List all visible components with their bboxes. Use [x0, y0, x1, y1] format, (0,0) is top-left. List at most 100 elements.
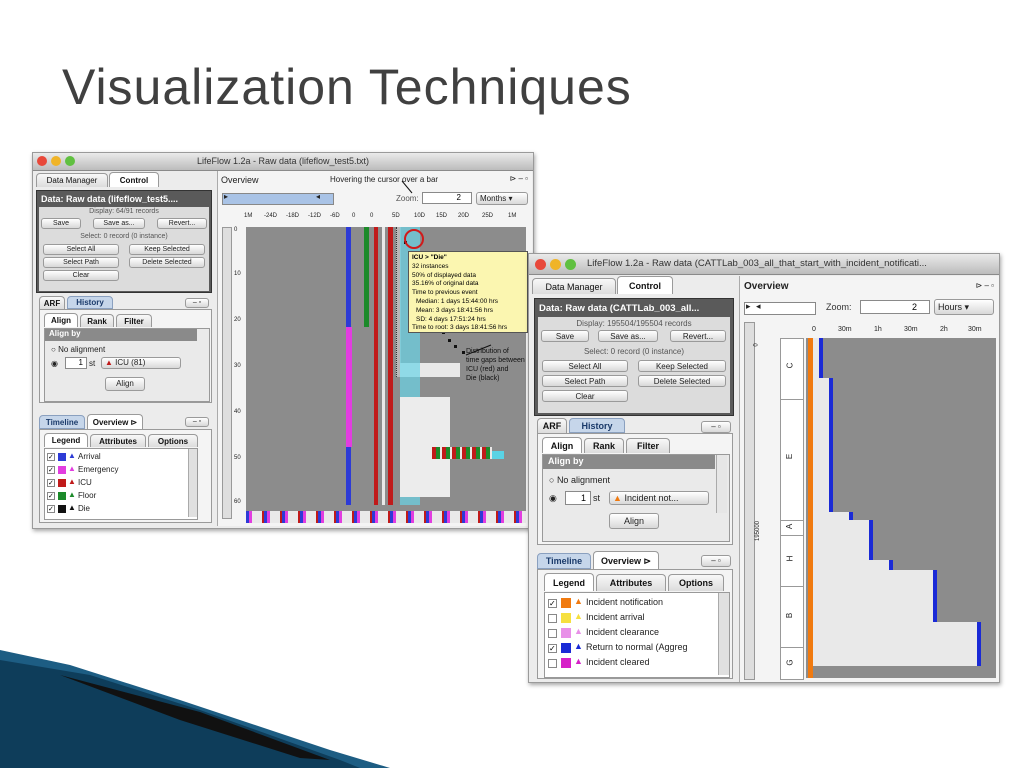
panel-minimize-button-2[interactable]: – ▫: [185, 417, 209, 427]
scroll-left-icon[interactable]: ▸: [746, 301, 751, 312]
panel-minimize-button-2[interactable]: – ▫: [701, 555, 731, 567]
minimize-button[interactable]: [51, 156, 61, 166]
panel-minimize-button[interactable]: – ▫: [701, 421, 731, 433]
legend-scrollbar[interactable]: [718, 593, 729, 675]
align-number-stepper[interactable]: 1: [65, 357, 87, 369]
legend-scrollbar[interactable]: [188, 449, 197, 517]
tab-attributes[interactable]: Attributes: [90, 434, 146, 447]
tab-history[interactable]: History: [569, 418, 625, 433]
tab-timeline[interactable]: Timeline: [537, 553, 591, 569]
group-h[interactable]: H: [781, 536, 803, 587]
select-path-button[interactable]: Select Path: [542, 375, 628, 387]
legend-checkbox[interactable]: [548, 629, 557, 638]
align-event-dropdown[interactable]: ▲ ICU (81): [101, 357, 181, 369]
tab-legend[interactable]: Legend: [544, 573, 594, 591]
bar-return-g[interactable]: [977, 622, 981, 666]
revert-button[interactable]: Revert...: [670, 330, 726, 342]
tab-data-manager[interactable]: Data Manager: [36, 173, 108, 187]
subtab-rank[interactable]: Rank: [584, 438, 624, 453]
horizontal-scrollbar[interactable]: [744, 302, 816, 315]
subtab-align[interactable]: Align: [44, 313, 78, 327]
tab-timeline[interactable]: Timeline: [39, 415, 85, 429]
legend-item[interactable]: ✓ ▲ Floor: [47, 490, 195, 502]
select-all-button[interactable]: Select All: [43, 244, 119, 255]
zoom-unit-dropdown[interactable]: Months ▾: [476, 192, 528, 205]
keep-selected-button[interactable]: Keep Selected: [638, 360, 726, 372]
legend-item[interactable]: ✓ ▲ Emergency: [47, 464, 195, 476]
align-button[interactable]: Align: [105, 377, 145, 391]
save-as-button[interactable]: Save as...: [598, 330, 658, 342]
scroll-left-icon[interactable]: ▸: [224, 192, 228, 201]
group-g[interactable]: G: [781, 648, 803, 679]
save-as-button[interactable]: Save as...: [93, 218, 145, 229]
legend-item[interactable]: ▲ Incident arrival: [548, 611, 718, 626]
alignment-radio[interactable]: ◉: [549, 493, 557, 504]
save-button[interactable]: Save: [541, 330, 589, 342]
bar-bottom[interactable]: [246, 511, 526, 523]
select-path-button[interactable]: Select Path: [43, 257, 119, 268]
bar-return-a[interactable]: [849, 512, 853, 520]
legend-item[interactable]: ▲ Incident clearance: [548, 626, 718, 641]
legend-item[interactable]: ✓ ▲ Return to normal (Aggreg: [548, 641, 718, 656]
delete-selected-button[interactable]: Delete Selected: [129, 257, 205, 268]
legend-checkbox[interactable]: ✓: [548, 599, 557, 608]
bar-return-e[interactable]: [829, 378, 833, 512]
legend-checkbox[interactable]: ✓: [47, 479, 55, 487]
zoom-button[interactable]: [565, 259, 576, 270]
bar-row-h[interactable]: [813, 520, 869, 560]
legend-checkbox[interactable]: ✓: [47, 453, 55, 461]
select-all-button[interactable]: Select All: [542, 360, 628, 372]
clear-button[interactable]: Clear: [43, 270, 119, 281]
subtab-filter[interactable]: Filter: [116, 314, 152, 327]
no-alignment-radio[interactable]: ○ No alignment: [51, 345, 105, 354]
subtab-rank[interactable]: Rank: [80, 314, 114, 327]
bar-striped[interactable]: [432, 447, 492, 459]
scroll-right-icon[interactable]: ◂: [316, 192, 320, 201]
subtab-align[interactable]: Align: [542, 437, 582, 453]
zoom-unit-dropdown[interactable]: Hours ▾: [934, 299, 994, 315]
tab-arf[interactable]: ARF: [39, 296, 65, 309]
tab-data-manager[interactable]: Data Manager: [532, 278, 616, 294]
bar-return-b[interactable]: [933, 570, 937, 622]
tab-options[interactable]: Options: [668, 574, 724, 591]
zoom-button[interactable]: [65, 156, 75, 166]
save-button[interactable]: Save: [41, 218, 81, 229]
vertical-scrollbar[interactable]: [744, 322, 755, 680]
tab-options[interactable]: Options: [148, 434, 198, 447]
tab-overview[interactable]: Overview ⊳: [87, 414, 143, 429]
legend-item[interactable]: ✓ ▲ ICU: [47, 477, 195, 489]
overview-window-controls[interactable]: ⊳ – ▫: [976, 281, 994, 290]
legend-checkbox[interactable]: ✓: [47, 505, 55, 513]
legend-checkbox[interactable]: [548, 659, 557, 668]
tab-history[interactable]: History: [67, 296, 113, 309]
subtab-filter[interactable]: Filter: [626, 438, 670, 453]
legend-checkbox[interactable]: ✓: [47, 492, 55, 500]
bar-cyan-2[interactable]: [492, 451, 504, 459]
tab-overview[interactable]: Overview ⊳: [593, 551, 659, 569]
align-number-stepper[interactable]: 1: [565, 491, 591, 505]
bar-return-c[interactable]: [819, 338, 823, 378]
group-c[interactable]: C: [781, 339, 803, 400]
vertical-scrollbar[interactable]: [222, 227, 232, 519]
zoom-input[interactable]: 2: [860, 300, 930, 314]
legend-item[interactable]: ✓ ▲ Die: [47, 503, 195, 515]
alignment-radio[interactable]: ◉: [51, 359, 58, 368]
tab-control[interactable]: Control: [109, 172, 159, 187]
clear-button[interactable]: Clear: [542, 390, 628, 402]
bar-row-a[interactable]: [813, 512, 849, 520]
legend-item[interactable]: ✓ ▲ Incident notification: [548, 596, 718, 611]
scroll-right-icon[interactable]: ◂: [756, 301, 761, 312]
close-button[interactable]: [535, 259, 546, 270]
legend-item[interactable]: ▲ Incident cleared: [548, 656, 718, 671]
legend-item[interactable]: ✓ ▲ Arrival: [47, 451, 195, 463]
delete-selected-button[interactable]: Delete Selected: [638, 375, 726, 387]
bar-row-h2[interactable]: [813, 560, 889, 570]
group-a[interactable]: A: [781, 521, 803, 536]
bar-return-h[interactable]: [869, 520, 873, 560]
close-button[interactable]: [37, 156, 47, 166]
bar-return-h2[interactable]: [889, 560, 893, 570]
no-alignment-radio[interactable]: ○ No alignment: [549, 475, 610, 485]
align-event-dropdown[interactable]: ▲ Incident not...: [609, 491, 709, 505]
revert-button[interactable]: Revert...: [157, 218, 207, 229]
group-e[interactable]: E: [781, 400, 803, 521]
